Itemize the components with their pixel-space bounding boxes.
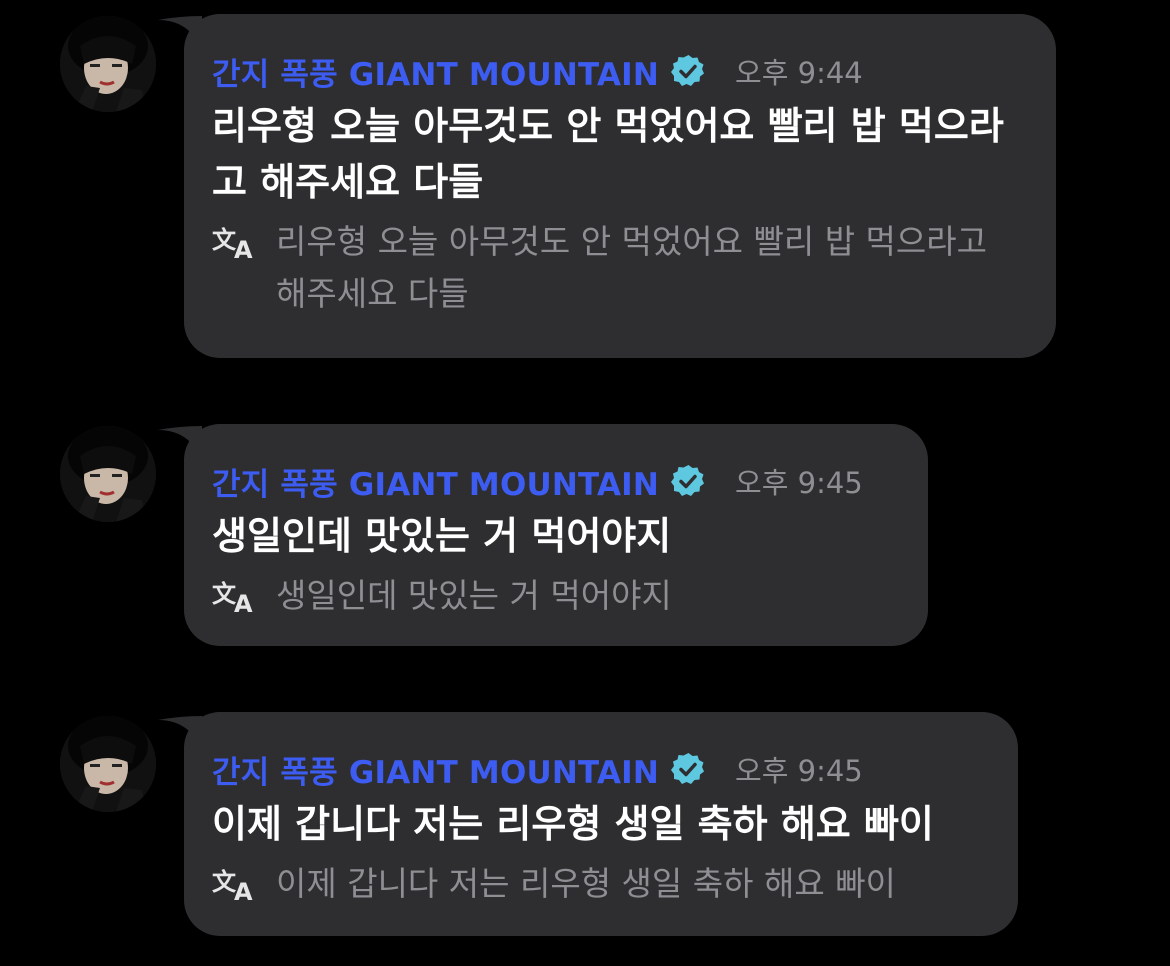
sender-name[interactable]: 간지 폭풍 GIANT MOUNTAIN xyxy=(212,747,659,792)
message-translation: 文 A 이제 갑니다 저는 리우형 생일 축하 해요 빠이 xyxy=(212,858,988,910)
message-header: 간지 폭풍 GIANT MOUNTAIN 오후 9:44 xyxy=(212,52,1026,93)
translate-icon[interactable]: 文 A xyxy=(212,222,258,262)
message-translation: 文 A 생일인데 맛있는 거 먹어야지 xyxy=(212,570,898,622)
message-header: 간지 폭풍 GIANT MOUNTAIN 오후 9:45 xyxy=(212,462,898,503)
message-time: 오후 9:45 xyxy=(735,754,863,788)
svg-text:A: A xyxy=(234,236,253,262)
translation-text: 이제 갑니다 저는 리우형 생일 축하 해요 빠이 xyxy=(276,864,896,903)
translation-text: 생일인데 맛있는 거 먹어야지 xyxy=(276,576,672,615)
message-bubble[interactable]: 간지 폭풍 GIANT MOUNTAIN 오후 9:44 리우형 오늘 아무것도… xyxy=(184,14,1056,358)
message-time: 오후 9:45 xyxy=(735,466,863,500)
translate-icon[interactable]: 文 A xyxy=(212,864,258,904)
avatar[interactable] xyxy=(60,426,156,522)
avatar[interactable] xyxy=(60,16,156,112)
sender-name[interactable]: 간지 폭풍 GIANT MOUNTAIN xyxy=(212,459,659,504)
translation-text: 리우형 오늘 아무것도 안 먹었어요 빨리 밥 먹으라고 해주세요 다들 xyxy=(276,222,987,313)
message-time: 오후 9:44 xyxy=(735,56,863,90)
message-translation: 文 A 리우형 오늘 아무것도 안 먹었어요 빨리 밥 먹으라고 해주세요 다들 xyxy=(212,216,1026,320)
message-text: 리우형 오늘 아무것도 안 먹었어요 빨리 밥 먹으라고 해주세요 다들 xyxy=(212,104,1004,204)
svg-text:A: A xyxy=(234,590,253,616)
message-bubble[interactable]: 간지 폭풍 GIANT MOUNTAIN 오후 9:45 생일인데 맛있는 거 … xyxy=(184,424,928,646)
verified-badge-icon xyxy=(671,753,705,784)
message-header: 간지 폭풍 GIANT MOUNTAIN 오후 9:45 xyxy=(212,750,988,791)
sender-name[interactable]: 간지 폭풍 GIANT MOUNTAIN xyxy=(212,49,659,94)
verified-badge-icon xyxy=(671,465,705,496)
translate-icon[interactable]: 文 A xyxy=(212,576,258,616)
message-text: 생일인데 맛있는 거 먹어야지 xyxy=(212,514,672,558)
message-bubble[interactable]: 간지 폭풍 GIANT MOUNTAIN 오후 9:45 이제 갑니다 저는 리… xyxy=(184,712,1018,936)
verified-badge-icon xyxy=(671,55,705,86)
svg-text:A: A xyxy=(234,878,253,904)
message-text: 이제 갑니다 저는 리우형 생일 축하 해요 빠이 xyxy=(212,802,934,846)
avatar[interactable] xyxy=(60,716,156,812)
